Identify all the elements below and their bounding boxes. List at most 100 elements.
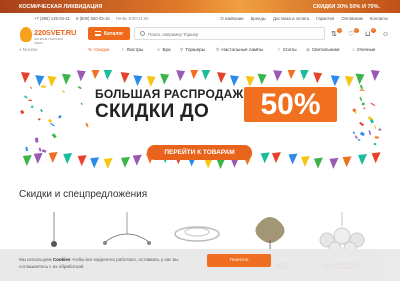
promo-bar[interactable]: КОСМИЧЕСКАЯ ЛИКВИДАЦИЯ СКИДКИ 30% 50% И … — [0, 0, 400, 13]
catalog-button[interactable]: Каталог — [88, 27, 130, 40]
nav-item-outdoor[interactable]: ⌂ Уличные — [352, 47, 375, 52]
confetti-piece — [61, 90, 66, 94]
sconce-icon: ♅ — [157, 47, 161, 52]
nav-item-table-lamps[interactable]: ⚲ Настольные лампы — [216, 47, 263, 53]
search-box[interactable] — [134, 27, 325, 40]
bunting-flag — [33, 152, 43, 164]
bunting-flag — [120, 156, 130, 168]
header-icons: ⇅ 0 ♡ 0 ⊔ 0 ☺ — [329, 28, 395, 42]
confetti-piece — [359, 89, 365, 92]
sale-banner[interactable]: БОЛЬШАЯ РАСПРОДАЖА СКИДКИ ДО 50% ПЕРЕЙТИ… — [19, 70, 381, 170]
nav-item-discounts[interactable]: % Скидки — [88, 47, 109, 52]
bunting-flag — [132, 154, 142, 166]
confetti-piece — [28, 99, 32, 102]
lamp-icon: ⊚ — [306, 47, 310, 52]
city-selector[interactable]: ⌖ Москва — [19, 47, 37, 52]
bunting-flag — [76, 70, 86, 82]
bulb-icon — [20, 27, 32, 42]
confetti-piece — [25, 146, 29, 152]
confetti-piece — [359, 131, 365, 137]
cookie-notice: Мы используем Cookies чтобы все корректн… — [0, 249, 400, 281]
confetti-piece — [359, 96, 363, 102]
bunting-flag — [271, 152, 281, 164]
product-image — [174, 226, 220, 242]
top-bar: +7 (495) 125-02-21 8 (800) 550-03-15 Пн-… — [0, 13, 400, 24]
product-image — [103, 212, 151, 245]
confetti-piece — [373, 143, 377, 146]
cookie-accept-button[interactable]: Понятно — [207, 254, 271, 267]
bunting-flag — [355, 73, 365, 85]
promo-left-text: КОСМИЧЕСКАЯ ЛИКВИДАЦИЯ — [19, 4, 103, 10]
confetti-piece — [38, 147, 42, 152]
nav-label: Споты — [282, 47, 297, 52]
floor-lamp-icon: ⚲ — [180, 47, 184, 52]
nav-item-lamps[interactable]: ⊚ Светильники — [306, 47, 339, 53]
logo-subtitle: интернет-магазин света — [34, 37, 64, 45]
bunting-flag — [20, 72, 30, 83]
confetti-piece — [368, 130, 372, 136]
bunting-flag — [103, 70, 113, 80]
confetti-piece — [41, 149, 47, 153]
bunting-flag — [300, 70, 309, 80]
cookie-text-bold: Cookies — [52, 257, 71, 262]
bunting-flag — [300, 155, 310, 167]
confetti-piece — [374, 136, 379, 139]
phones: +7 (495) 125-02-21 8 (800) 550-03-15 Пн-… — [34, 16, 154, 21]
confetti-piece — [370, 102, 376, 107]
bunting-flag — [216, 72, 226, 84]
bunting-flag — [176, 70, 186, 82]
nav-item-chandeliers[interactable]: ♆ Люстры — [121, 47, 143, 52]
schedule: Пн-Вс 9:00-21:00 — [115, 16, 149, 21]
search-input[interactable] — [148, 30, 318, 38]
logo[interactable]: 220SVET.RU интернет-магазин света — [20, 27, 76, 45]
confetti-piece — [37, 118, 41, 121]
link-contacts[interactable]: Контакты — [370, 16, 388, 21]
link-warranty[interactable]: Гарантия — [316, 16, 334, 21]
nav-label: Настольные лампы — [221, 47, 263, 52]
link-about[interactable]: О компании — [220, 16, 243, 21]
city-label: Москва — [22, 47, 38, 52]
bunting-flag — [120, 72, 130, 84]
compare-icon[interactable]: ⇅ 0 — [329, 28, 343, 40]
banner-percent: 50% — [244, 87, 337, 122]
bunting-flag — [358, 153, 368, 165]
user-icon[interactable]: ☺ — [380, 28, 394, 40]
product-image — [51, 212, 57, 247]
bunting-flag — [330, 75, 340, 87]
confetti-piece — [85, 122, 89, 128]
nav-item-sconces[interactable]: ♅ Бра — [157, 47, 171, 52]
confetti-piece — [20, 109, 25, 115]
bunting-flag — [201, 70, 211, 80]
link-delivery[interactable]: Доставка и оплата — [273, 16, 309, 21]
nav-label: Люстры — [126, 47, 144, 52]
bunting-flag — [133, 75, 143, 87]
banner-cta-button[interactable]: ПЕРЕЙТИ К ТОВАРАМ — [147, 145, 252, 160]
phone-1[interactable]: +7 (495) 125-02-21 — [34, 16, 70, 21]
category-nav: ⌖ Москва % Скидки ♆ Люстры ♅ Бра ⚲ Торшеры ⚲… — [0, 45, 400, 57]
bunting-flag — [229, 75, 239, 87]
confetti-piece — [77, 86, 82, 90]
bunting-flag — [287, 70, 296, 80]
link-brands[interactable]: Бренды — [251, 16, 266, 21]
favorites-icon[interactable]: ♡ 0 — [346, 28, 360, 40]
nav-item-spots[interactable]: ✧ Споты — [277, 47, 297, 53]
bunting-flag — [313, 157, 323, 169]
cookie-text: Мы используем Cookies чтобы все корректн… — [19, 256, 204, 270]
cart-count-badge: 0 — [371, 28, 376, 33]
nav-label: Уличные — [356, 47, 376, 52]
confetti-piece — [361, 102, 365, 106]
bunting-flag — [257, 73, 267, 85]
top-links: О компании Бренды Доставка и оплата Гара… — [214, 16, 388, 21]
catalog-label: Каталог — [104, 31, 124, 37]
header: 220SVET.RU интернет-магазин света Катало… — [0, 24, 400, 46]
cookie-text-part: Мы используем — [19, 257, 53, 262]
bunting-flag — [90, 157, 100, 169]
nav-item-floor-lamps[interactable]: ⚲ Торшеры — [180, 47, 205, 53]
cart-icon[interactable]: ⊔ 0 — [363, 28, 377, 40]
favorites-count-badge: 0 — [354, 28, 359, 33]
phone-2[interactable]: 8 (800) 550-03-15 — [76, 16, 110, 21]
link-wholesale[interactable]: Оптовикам — [341, 16, 362, 21]
confetti-piece — [359, 84, 364, 90]
table-lamp-icon: ⚲ — [216, 47, 220, 52]
bunting-flag — [61, 73, 71, 85]
